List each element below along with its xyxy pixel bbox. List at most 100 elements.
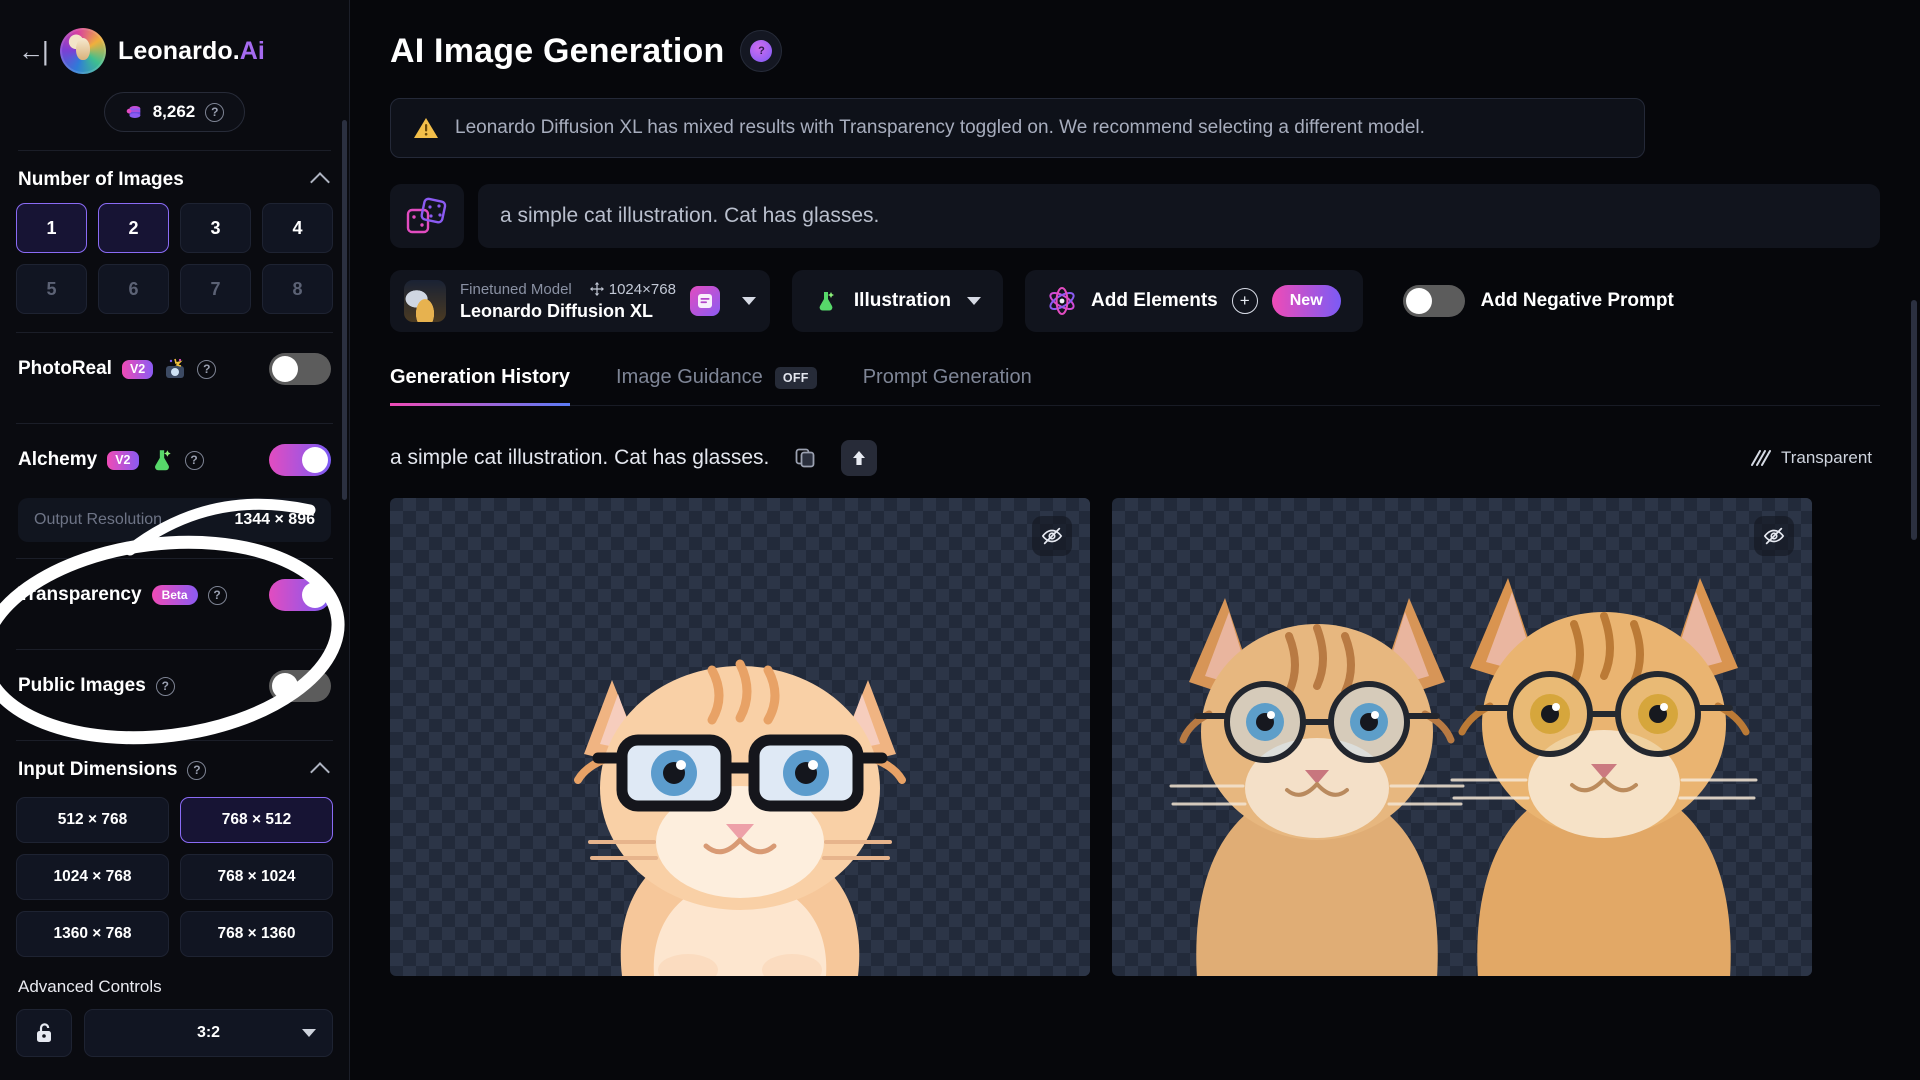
dimension-label: 768 × 1360 — [217, 925, 296, 942]
help-circle-icon[interactable]: ? — [155, 676, 175, 696]
copy-glyph — [795, 448, 815, 468]
image-count-7[interactable]: 7 — [180, 264, 251, 314]
advanced-controls-title[interactable]: Advanced Controls — [16, 957, 333, 1009]
alchemy-label: Alchemy — [18, 449, 98, 470]
model-thumbnail — [404, 280, 446, 322]
arrow-up-icon[interactable] — [841, 440, 878, 476]
brand-name-text: Leonardo. — [118, 36, 240, 65]
image-count-3[interactable]: 3 — [180, 203, 251, 253]
public-images-toggle[interactable] — [269, 670, 331, 702]
credits-pill[interactable]: 8,262 ? — [103, 92, 246, 132]
output-resolution-row: Output Resolution 1344 × 896 — [18, 498, 331, 542]
image-count-5[interactable]: 5 — [16, 264, 87, 314]
image-count-4[interactable]: 4 — [262, 203, 333, 253]
tab-generation-history[interactable]: Generation History — [390, 366, 571, 406]
unlock-icon[interactable] — [16, 1009, 72, 1057]
prompt-input[interactable]: a simple cat illustration. Cat has glass… — [478, 184, 1880, 248]
dimension-768x1024[interactable]: 768 × 1024 — [180, 854, 333, 900]
tab-label: Generation History — [390, 366, 571, 388]
plus-circle-icon[interactable]: + — [1231, 288, 1258, 314]
photoreal-version-badge: V2 — [121, 359, 154, 379]
help-circle-icon[interactable]: ? — [184, 450, 204, 470]
aspect-ratio-select[interactable]: 3:2 — [84, 1009, 333, 1057]
dimension-label: 768 × 1024 — [217, 868, 296, 885]
help-circle-icon[interactable]: ? — [205, 102, 225, 122]
dice-icon[interactable] — [390, 184, 464, 248]
model-selector[interactable]: Finetuned Model 1024×768 Leonardo Diffus… — [390, 270, 770, 332]
public-images-label: Public Images — [18, 675, 146, 696]
generation-gallery — [390, 498, 1880, 976]
number-of-images-grid: 1 2 3 4 5 6 7 8 — [16, 203, 333, 314]
help-circle-icon[interactable]: ? — [740, 30, 783, 72]
arrow-left-icon[interactable]: ←| — [18, 38, 49, 64]
chevron-up-icon[interactable] — [310, 172, 330, 192]
brand-row: ←| Leonardo.Ai — [18, 28, 331, 74]
dimension-768x512[interactable]: 768 × 512 — [180, 797, 333, 843]
image-count-8[interactable]: 8 — [262, 264, 333, 314]
main-scrollbar[interactable] — [1911, 300, 1917, 540]
dimension-label: 768 × 512 — [221, 811, 292, 828]
transparency-toggle[interactable] — [269, 579, 331, 611]
credits-wrap: 8,262 ? — [18, 92, 331, 132]
image-count-6[interactable]: 6 — [98, 264, 169, 314]
model-kind-label: Finetuned Model — [460, 280, 572, 298]
dimension-512x768[interactable]: 512 × 768 — [16, 797, 169, 843]
transparency-hatch-icon — [1750, 450, 1771, 466]
dimension-1360x768[interactable]: 1360 × 768 — [16, 911, 169, 957]
potion-flask-icon — [819, 292, 834, 311]
brand-name: Leonardo.Ai — [118, 37, 265, 66]
negative-prompt-label: Add Negative Prompt — [1480, 290, 1674, 311]
copy-icon[interactable] — [787, 440, 823, 476]
help-circle-icon[interactable]: ? — [197, 359, 217, 379]
photoreal-label: PhotoReal — [18, 358, 112, 379]
caret-down-icon[interactable] — [741, 297, 756, 305]
input-dimensions-header[interactable]: Input Dimensions ? — [16, 741, 333, 793]
model-dimensions-text: 1024×768 — [608, 280, 676, 298]
negative-prompt-group: Add Negative Prompt — [1402, 285, 1674, 317]
help-circle-icon[interactable]: ? — [187, 760, 207, 780]
photoreal-toggle[interactable] — [269, 353, 331, 385]
image-count-2[interactable]: 2 — [98, 203, 169, 253]
dimension-768x1360[interactable]: 768 × 1360 — [180, 911, 333, 957]
image-count-label: 4 — [292, 217, 303, 238]
output-resolution-label: Output Resolution — [34, 511, 163, 528]
alchemy-toggle[interactable] — [269, 444, 331, 476]
add-elements-button[interactable]: Add Elements + New — [1025, 270, 1363, 332]
output-resolution-value: 1344 × 896 — [234, 511, 315, 528]
chevron-up-icon[interactable] — [310, 762, 330, 782]
page-title: AI Image Generation — [390, 31, 725, 70]
new-badge: New — [1271, 285, 1341, 317]
generated-image-1[interactable] — [390, 498, 1090, 976]
image-count-1[interactable]: 1 — [16, 203, 87, 253]
toggle-knob — [272, 356, 298, 382]
help-glyph: ? — [750, 40, 773, 62]
image-guidance-status-badge: OFF — [774, 366, 817, 389]
sidebar-scrollbar[interactable] — [342, 120, 347, 500]
transparency-beta-badge: Beta — [151, 585, 198, 605]
eye-off-icon[interactable] — [1754, 516, 1794, 556]
toggle-knob — [302, 447, 328, 473]
image-count-label: 6 — [128, 278, 139, 299]
unlock-glyph — [37, 1023, 51, 1042]
number-of-images-header[interactable]: Number of Images — [16, 151, 333, 203]
warning-triangle-icon — [414, 118, 438, 138]
negative-prompt-toggle[interactable] — [1402, 285, 1465, 317]
avatar[interactable] — [60, 28, 106, 74]
tab-image-guidance[interactable]: Image Guidance OFF — [616, 366, 817, 405]
cat-illustration-2 — [1169, 578, 1758, 976]
caret-down-icon[interactable] — [967, 297, 982, 305]
tab-prompt-generation[interactable]: Prompt Generation — [863, 366, 1032, 405]
arrow-up-glyph — [853, 451, 866, 465]
move-arrows-icon — [589, 282, 604, 296]
camera-flash-icon — [166, 358, 185, 378]
image-count-label: 1 — [46, 217, 57, 238]
help-circle-icon[interactable]: ? — [207, 585, 227, 605]
generated-image-2[interactable] — [1112, 498, 1812, 976]
preset-card-icon[interactable] — [689, 286, 720, 316]
style-selector[interactable]: Illustration — [791, 270, 1004, 332]
cat-illustration-1 — [574, 659, 906, 976]
dimension-1024x768[interactable]: 1024 × 768 — [16, 854, 169, 900]
dimension-label: 1024 × 768 — [53, 868, 132, 885]
eye-off-icon[interactable] — [1032, 516, 1072, 556]
eye-off-glyph — [1041, 527, 1063, 545]
